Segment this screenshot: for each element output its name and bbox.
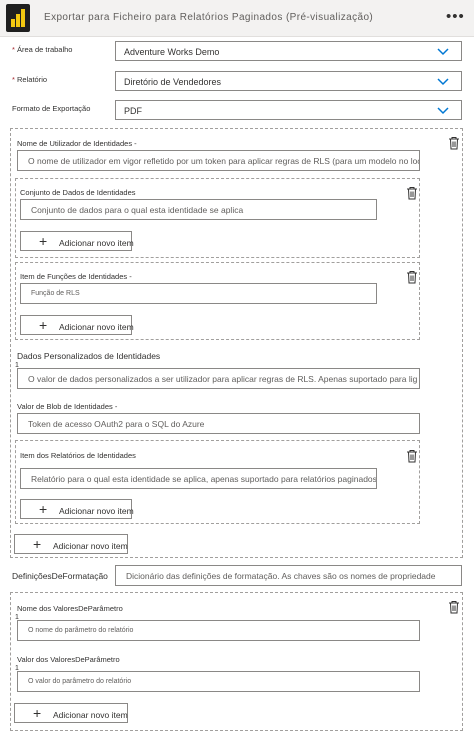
workspace-label: * Área de trabalho	[12, 45, 73, 54]
parameter-value-input[interactable]: O valor do parâmetro do relatório	[17, 671, 420, 692]
plus-icon: +	[33, 536, 42, 552]
format-settings-label: DefiniçõesDeFormatação	[12, 571, 108, 581]
identities-blob-input[interactable]: Token de acesso OAuth2 para o SQL do Azu…	[17, 413, 420, 434]
report-label: * Relatório	[12, 75, 48, 84]
chevron-down-icon	[437, 78, 449, 86]
add-parameter-item-button[interactable]: + Adicionar novo item	[14, 703, 128, 723]
report-dropdown[interactable]: Diretório de Vendedores	[115, 71, 462, 91]
plus-icon: +	[39, 233, 48, 249]
trash-icon[interactable]	[447, 600, 461, 614]
identities-custom-data-label: Dados Personalizados de Identidades	[17, 351, 161, 361]
export-format-label: Formato de Exportação	[12, 104, 91, 113]
plus-icon: +	[39, 317, 48, 333]
identities-username-input[interactable]: O nome de utilizador em vigor refletido …	[17, 150, 420, 171]
add-dataset-item-button[interactable]: + Adicionar novo item	[20, 231, 134, 251]
trash-icon[interactable]	[405, 186, 419, 200]
parameter-value-label: Valor dos ValoresDeParâmetro	[17, 655, 120, 664]
export-format-value: PDF	[124, 106, 142, 116]
identities-dataset-input[interactable]: Conjunto de dados para o qual esta ident…	[20, 199, 377, 220]
add-role-item-button[interactable]: + Adicionar novo item	[20, 315, 134, 335]
parameter-name-label: Nome dos ValoresDeParâmetro	[17, 604, 123, 613]
identities-roles-input[interactable]: Função de RLS	[20, 283, 377, 304]
identities-roles-label: Item de Funções de Identidades -	[20, 272, 132, 281]
identities-reports-label: Item dos Relatórios de Identidades	[20, 451, 136, 460]
workspace-dropdown[interactable]: Adventure Works Demo	[115, 41, 462, 61]
app-header: Exportar para Ficheiro para Relatórios P…	[0, 0, 474, 37]
report-value: Diretório de Vendedores	[124, 77, 222, 87]
workspace-value: Adventure Works Demo	[124, 47, 220, 57]
identities-blob-label: Valor de Blob de Identidades -	[17, 402, 118, 411]
chevron-down-icon	[437, 48, 449, 56]
ellipsis-icon[interactable]: •••	[446, 8, 465, 25]
trash-icon[interactable]	[405, 449, 419, 463]
power-bi-logo-icon	[6, 4, 30, 32]
format-settings-input[interactable]: Dicionário das definições de formatação.…	[115, 565, 462, 586]
identities-dataset-label: Conjunto de Dados de Identidades	[20, 188, 136, 197]
chevron-down-icon	[437, 107, 449, 115]
identities-reports-input[interactable]: Relatório para o qual esta identidade se…	[20, 468, 377, 489]
add-identity-item-button[interactable]: + Adicionar novo item	[14, 534, 128, 554]
trash-icon[interactable]	[447, 136, 461, 150]
export-format-dropdown[interactable]: PDF	[115, 100, 462, 120]
identities-username-label: Nome de Utilizador de Identidades -	[17, 139, 137, 148]
action-title: Exportar para Ficheiro para Relatórios P…	[44, 12, 374, 23]
parameter-name-input[interactable]: O nome do parâmetro do relatório	[17, 620, 420, 641]
plus-icon: +	[33, 705, 42, 721]
add-report-item-button[interactable]: + Adicionar novo item	[20, 499, 134, 519]
identities-custom-data-input[interactable]: O valor de dados personalizados a ser ut…	[17, 368, 420, 389]
plus-icon: +	[39, 501, 48, 517]
trash-icon[interactable]	[405, 270, 419, 284]
